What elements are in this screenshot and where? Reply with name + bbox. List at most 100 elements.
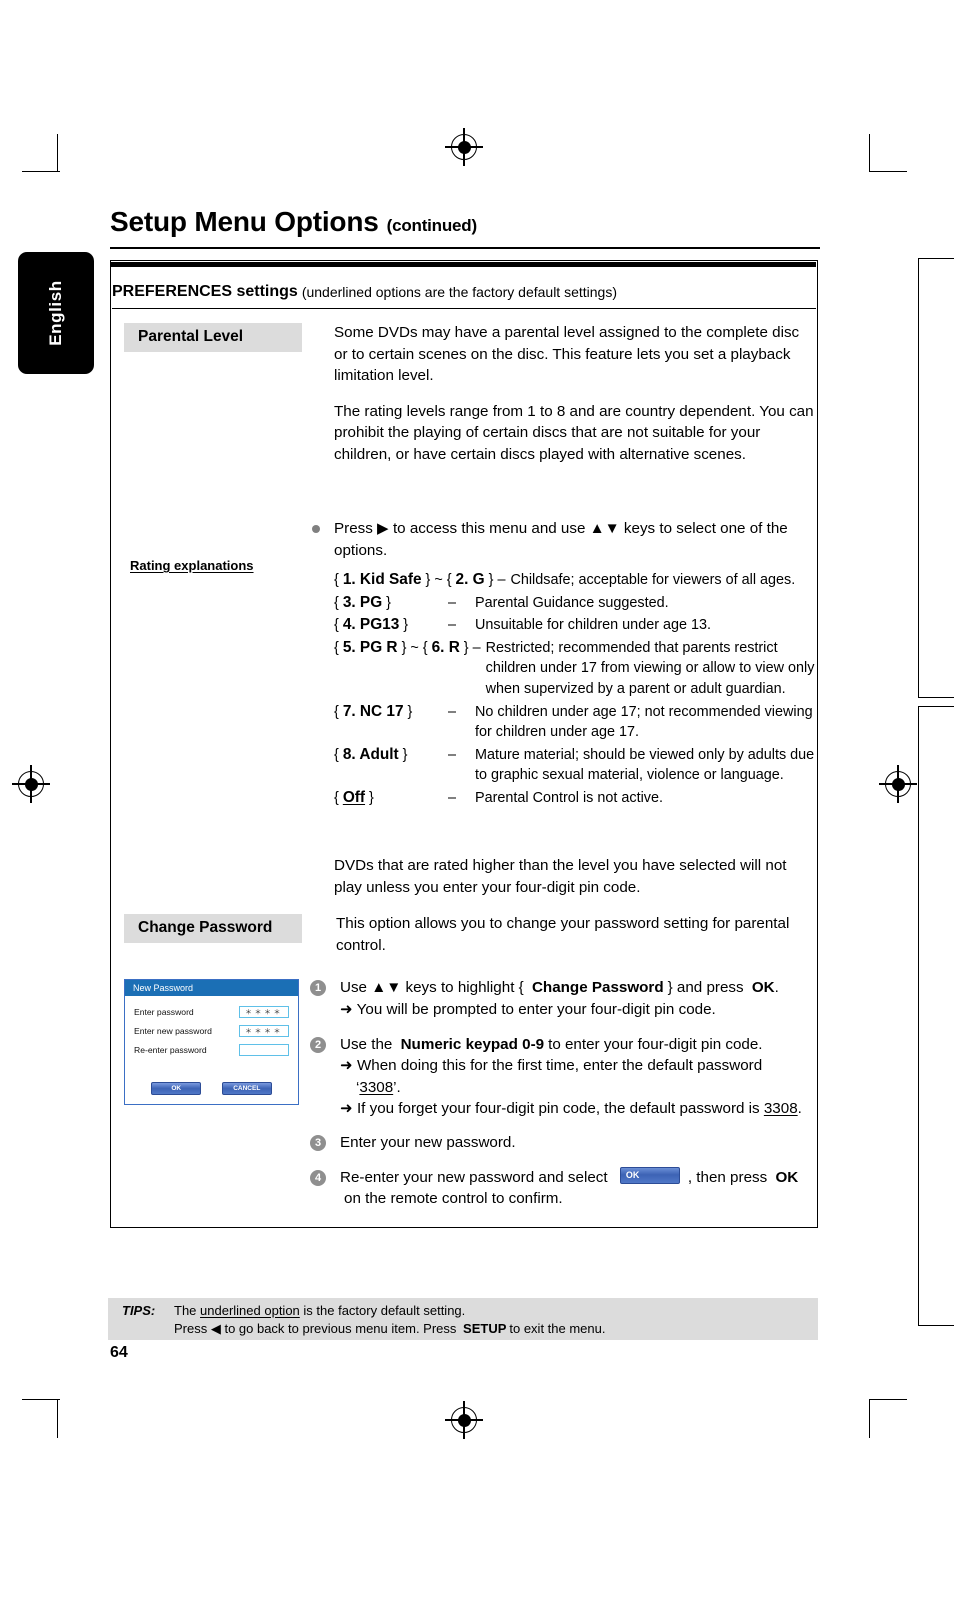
page-title-main: Setup Menu Options xyxy=(110,206,379,237)
rating-desc: Unsuitable for children under age 13. xyxy=(475,617,711,634)
bleed-box-lower xyxy=(918,706,954,1326)
new-password-dialog: New Password Enter password ＊＊＊＊ Enter n… xyxy=(124,979,299,1105)
step-text-tail: on the remote control to confirm. xyxy=(344,1190,563,1208)
registration-mark-bottom xyxy=(445,1401,483,1439)
rating-key-bold-2: 2. G xyxy=(455,571,485,588)
bullet-dot-icon xyxy=(312,525,320,533)
registration-mark-right xyxy=(879,765,917,803)
parental-level-paragraph-1: Some DVDs may have a parental level assi… xyxy=(334,324,800,385)
change-password-steps: 1 Use ▲▼ keys to highlight { Change Pass… xyxy=(310,977,810,1210)
content-box-top-bar xyxy=(110,262,816,267)
step-text-bold-end: OK xyxy=(775,1168,799,1186)
change-password-intro: This option allows you to change your pa… xyxy=(336,915,790,954)
step-text-pre: Enter your new password. xyxy=(340,1134,516,1152)
step-number: 4 xyxy=(310,1169,326,1186)
rating-desc: Parental Guidance suggested. xyxy=(475,594,669,611)
step-sub-text: ➜ When doing this for the first time, en… xyxy=(340,1057,763,1096)
page-title-suffix: (continued) xyxy=(386,216,478,235)
crop-mark-tl-v xyxy=(57,134,59,172)
rating-key: { Off } xyxy=(334,788,374,806)
rating-explanations-note: Rating explanations xyxy=(130,558,254,573)
rating-desc: Childsafe; acceptable for viewers of all… xyxy=(510,572,796,588)
enter-new-password-input[interactable]: ＊＊＊＊ xyxy=(239,1024,289,1037)
rating-key-bold: 8. Adult xyxy=(342,745,399,763)
step-text-tail: . xyxy=(774,979,779,996)
preferences-header-title: PREFERENCES settings xyxy=(112,283,298,300)
rating-key: { 4. PG13 } xyxy=(334,616,409,634)
tips-line-2-bold: SETUP xyxy=(463,1321,507,1336)
rating-key-bold: 1. Kid Safe xyxy=(342,571,422,588)
crop-mark-tr-v xyxy=(869,134,871,172)
ok-button-icon: OK xyxy=(619,1166,680,1184)
enter-password-input[interactable]: ＊＊＊＊ xyxy=(239,1005,289,1018)
step-number: 2 xyxy=(310,1036,326,1053)
rating-row: { 8. Adult } – Mature material; should b… xyxy=(334,745,816,786)
parental-level-closing-text: DVDs that are rated higher than the leve… xyxy=(334,857,787,896)
crop-mark-bl-h xyxy=(22,1399,60,1401)
step-text-bold: Numeric keypad 0-9 xyxy=(400,1035,545,1053)
dialog-field-label: Enter new password xyxy=(134,1025,212,1036)
rating-dash: – xyxy=(448,789,457,806)
change-password-description: This option allows you to change your pa… xyxy=(336,913,806,956)
step-sub-text: ➜ You will be prompted to enter your fou… xyxy=(340,1001,716,1019)
setting-chip-parental-level: Parental Level xyxy=(124,323,302,352)
ratings-list: { 1. Kid Safe } ~ { 2. G } – Childsafe; … xyxy=(334,570,816,809)
dialog-field-label: Enter password xyxy=(134,1006,194,1017)
rating-dash: – xyxy=(472,639,481,656)
dialog-row: Re-enter password xyxy=(125,1040,298,1059)
rating-explanations-note-label: Rating explanations xyxy=(130,558,254,573)
setting-chip-change-password: Change Password xyxy=(124,914,302,943)
rating-row: { 1. Kid Safe } ~ { 2. G } – Childsafe; … xyxy=(334,570,816,591)
setting-chip-change-password-label: Change Password xyxy=(138,919,273,936)
rating-row: { 7. NC 17 } – No children under age 17;… xyxy=(334,702,816,743)
rating-key-bold: 4. PG13 xyxy=(342,616,400,634)
rating-key-mid: } ~ { xyxy=(401,639,428,656)
dialog-field-label: Re-enter password xyxy=(134,1044,207,1055)
crop-mark-tl-h xyxy=(22,171,60,173)
step-sub-text: ➜ If you forget your four-digit pin code… xyxy=(340,1100,802,1118)
step-item: 3 Enter your new password. xyxy=(310,1132,810,1153)
setting-chip-parental-level-label: Parental Level xyxy=(138,328,244,345)
tips-line-1-underlined: underlined option xyxy=(200,1303,300,1318)
rating-dash: – xyxy=(448,703,457,720)
re-enter-password-input[interactable] xyxy=(239,1043,289,1056)
parental-level-bullet: Press ▶ to access this menu and use ▲▼ k… xyxy=(312,518,812,561)
rating-row: { 3. PG } – Parental Guidance suggested. xyxy=(334,593,816,614)
rating-dash: – xyxy=(448,617,457,634)
step-item: 1 Use ▲▼ keys to highlight { Change Pass… xyxy=(310,977,810,1021)
step-text-post: } and press xyxy=(667,979,744,996)
step-text-bold: Change Password xyxy=(531,979,664,996)
rating-key: { 7. NC 17 } xyxy=(334,702,413,720)
rating-desc: Mature material; should be viewed only b… xyxy=(475,746,815,784)
crop-mark-bl-v xyxy=(57,1400,59,1438)
dialog-button-row: OK CANCEL xyxy=(125,1082,298,1095)
rating-key-mid: } ~ { xyxy=(425,572,452,588)
preferences-header: PREFERENCES settings (underlined options… xyxy=(112,276,816,309)
rating-row: { 5. PG R } ~ { 6. R } – Restricted; rec… xyxy=(334,638,816,700)
tips-box: TIPS: The underlined option is the factor… xyxy=(108,1298,818,1340)
step-sub-line: ➜ If you forget your four-digit pin code… xyxy=(340,1098,810,1119)
step-text-post: to enter your four-digit pin code. xyxy=(548,1035,763,1053)
parental-level-bullet-text: Press ▶ to access this menu and use ▲▼ k… xyxy=(334,520,788,559)
language-side-tab-label: English xyxy=(46,280,65,346)
language-side-tab: English xyxy=(18,252,94,374)
rating-key-bold-2: 6. R xyxy=(431,638,460,656)
rating-row: { 4. PG13 } – Unsuitable for children un… xyxy=(334,615,816,636)
step-sub-line: ➜ When doing this for the first time, en… xyxy=(340,1055,810,1098)
registration-mark-top xyxy=(445,128,483,166)
rating-key-bold: 7. NC 17 xyxy=(342,702,404,720)
tips-line-1-pre: The xyxy=(174,1303,197,1318)
rating-key: { 5. PG R } ~ { 6. R } xyxy=(334,638,473,656)
page-title: Setup Menu Options (continued) xyxy=(110,206,477,238)
rating-desc: Parental Control is not active. xyxy=(475,789,663,806)
tips-label: TIPS: xyxy=(122,1303,156,1318)
dialog-ok-button[interactable]: OK xyxy=(151,1082,202,1095)
step-text-pre: Use the xyxy=(340,1035,393,1053)
rating-desc: Restricted; recommended that parents res… xyxy=(485,639,815,697)
tips-line-1-post: is the factory default setting. xyxy=(303,1303,466,1318)
dialog-cancel-button[interactable]: CANCEL xyxy=(221,1082,272,1095)
parental-level-paragraph-2: The rating levels range from 1 to 8 and … xyxy=(334,402,814,463)
rating-dash: – xyxy=(448,594,457,611)
manual-page: English Setup Menu Options (continued) PR… xyxy=(0,0,954,1610)
bleed-box-upper xyxy=(918,258,954,698)
